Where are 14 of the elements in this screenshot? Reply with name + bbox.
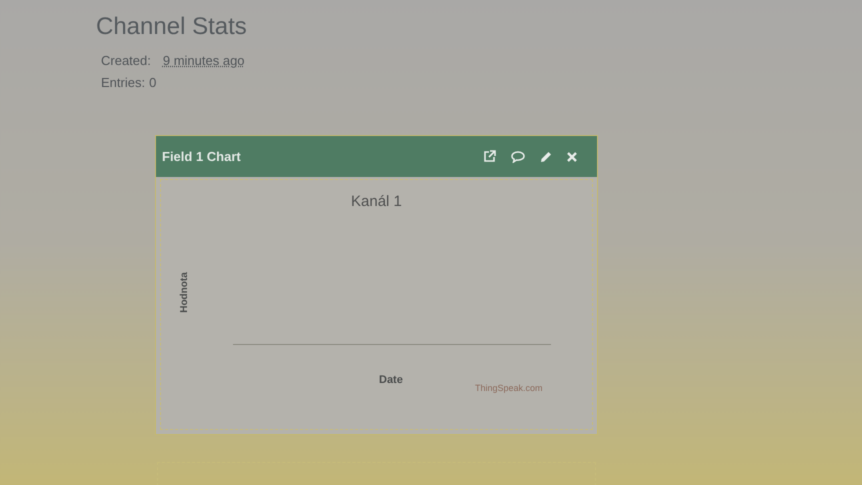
x-axis-label: Date	[379, 373, 403, 388]
y-axis-label: Hodnota	[178, 272, 191, 313]
card-title: Field 1 Chart	[162, 148, 241, 166]
pencil-icon[interactable]	[540, 150, 552, 162]
chart-title: Kanál 1	[351, 192, 402, 212]
stat-label: Entries:	[101, 74, 146, 91]
stat-link[interactable]: 9 minutes ago	[162, 52, 245, 69]
close-icon[interactable]	[567, 152, 577, 162]
credit-link[interactable]: ThingSpeak.com	[475, 382, 543, 396]
stat-value: 0	[149, 74, 156, 91]
external-link-icon[interactable]	[483, 150, 496, 163]
page-title: Channel Stats	[96, 12, 247, 42]
speech-bubble-icon[interactable]	[511, 150, 525, 162]
stat-label: Created:	[101, 52, 151, 69]
